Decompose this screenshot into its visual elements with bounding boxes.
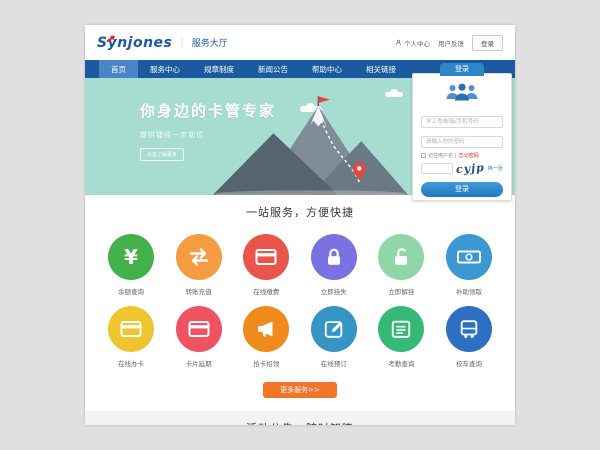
service-item-attendance-query[interactable]: 考勤查询 xyxy=(377,306,425,368)
megaphone-icon xyxy=(243,306,289,352)
services-section: 一站服务，方便快捷 ¥ 余额查询 转账充值 在线缴费 立即挂失 立即解挂 补助领取 在线办卡… xyxy=(85,195,515,398)
mountain-illustration xyxy=(213,92,408,195)
service-item-online-payment[interactable]: 在线缴费 xyxy=(242,234,290,296)
login-separator: | xyxy=(455,153,457,159)
logo[interactable]: Synjones xyxy=(97,35,172,51)
service-label: 转账充值 xyxy=(175,286,223,296)
nav-item-related-links[interactable]: 相关链接 xyxy=(354,60,408,78)
service-label: 在线办卡 xyxy=(107,358,155,368)
header-divider: | xyxy=(180,37,183,48)
service-item-card-extension[interactable]: 卡片延期 xyxy=(175,306,223,368)
user-icon xyxy=(395,39,402,46)
site-name: 服务大厅 xyxy=(192,36,228,49)
card-icon xyxy=(176,306,222,352)
service-item-subsidy-collect[interactable]: 补助领取 xyxy=(445,234,493,296)
transfer-icon xyxy=(176,234,222,280)
service-label: 在线预订 xyxy=(310,358,358,368)
captcha-refresh-link[interactable]: 换一张 xyxy=(488,165,503,172)
logo-text: Synjones xyxy=(97,35,172,51)
login-panel: 登录 记住用户名 | 忘记密码 cyjp 换一张 登录 xyxy=(412,73,512,201)
captcha-input[interactable] xyxy=(421,163,453,174)
service-item-cancel-loss[interactable]: 立即解挂 xyxy=(377,234,425,296)
card-icon xyxy=(243,234,289,280)
service-label: 考勤查询 xyxy=(377,358,425,368)
nav-item-help-center[interactable]: 帮助中心 xyxy=(300,60,354,78)
announcements-section: 活动公告，随时知晓 使用须知 最新公告 更多>> 使用指南 更多>> xyxy=(85,411,515,425)
list-icon xyxy=(378,306,424,352)
nav-item-home[interactable]: 首页 xyxy=(99,60,138,78)
nav-item-rules[interactable]: 规章制度 xyxy=(192,60,246,78)
user-feedback-link[interactable]: 用户反馈 xyxy=(438,38,464,48)
login-tab[interactable]: 登录 xyxy=(440,63,484,76)
forgot-password-link[interactable]: 忘记密码 xyxy=(459,152,479,159)
site-page: Synjones | 服务大厅 个人中心 用户反馈 登录 首页服务中心规章制度新… xyxy=(85,25,515,425)
username-input[interactable] xyxy=(421,116,503,128)
service-label: 立即解挂 xyxy=(377,286,425,296)
captcha-image: cyjp xyxy=(456,161,486,176)
card-icon xyxy=(108,306,154,352)
service-label: 补助领取 xyxy=(445,286,493,296)
nav-item-service-center[interactable]: 服务中心 xyxy=(138,60,192,78)
services-row-1: ¥ 余额查询 转账充值 在线缴费 立即挂失 立即解挂 补助领取 xyxy=(85,234,515,296)
password-input[interactable] xyxy=(421,136,503,148)
service-label: 卡片延期 xyxy=(175,358,223,368)
service-label: 在线缴费 xyxy=(242,286,290,296)
service-item-online-card-apply[interactable]: 在线办卡 xyxy=(107,306,155,368)
site-header: Synjones | 服务大厅 个人中心 用户反馈 登录 xyxy=(85,25,515,60)
header-login-button[interactable]: 登录 xyxy=(472,35,503,51)
service-label: 余额查询 xyxy=(107,286,155,296)
service-item-online-booking[interactable]: 在线预订 xyxy=(310,306,358,368)
service-item-report-loss[interactable]: 立即挂失 xyxy=(310,234,358,296)
personal-center-label: 个人中心 xyxy=(404,38,430,48)
user-feedback-label: 用户反馈 xyxy=(438,38,464,48)
login-submit-button[interactable]: 登录 xyxy=(421,182,503,197)
remember-label: 记住用户名 xyxy=(428,152,453,159)
more-services-button[interactable]: 更多服务>> xyxy=(263,382,337,398)
service-label: 拾卡招领 xyxy=(242,358,290,368)
services-title: 一站服务，方便快捷 xyxy=(85,204,515,220)
hero-cta-button[interactable]: 点击了解更多 xyxy=(140,148,184,161)
remember-checkbox[interactable] xyxy=(421,153,426,158)
service-item-school-bus-query[interactable]: 校车查询 xyxy=(445,306,493,368)
lock-icon xyxy=(311,234,357,280)
users-group-icon xyxy=(444,82,480,102)
service-label: 立即挂失 xyxy=(310,286,358,296)
service-item-found-card-claim[interactable]: 拾卡招领 xyxy=(242,306,290,368)
banknote-icon xyxy=(446,234,492,280)
service-item-transfer-recharge[interactable]: 转账充值 xyxy=(175,234,223,296)
nav-item-news[interactable]: 新闻公告 xyxy=(246,60,300,78)
service-label: 校车查询 xyxy=(445,358,493,368)
services-row-2: 在线办卡 卡片延期 拾卡招领 在线预订 考勤查询 校车查询 xyxy=(85,306,515,368)
announcements-title: 活动公告，随时知晓 xyxy=(85,420,515,425)
yen-icon: ¥ xyxy=(108,234,154,280)
unlock-icon xyxy=(378,234,424,280)
bus-icon xyxy=(446,306,492,352)
edit-icon xyxy=(311,306,357,352)
personal-center-link[interactable]: 个人中心 xyxy=(395,38,430,48)
service-item-balance-query[interactable]: ¥ 余额查询 xyxy=(107,234,155,296)
